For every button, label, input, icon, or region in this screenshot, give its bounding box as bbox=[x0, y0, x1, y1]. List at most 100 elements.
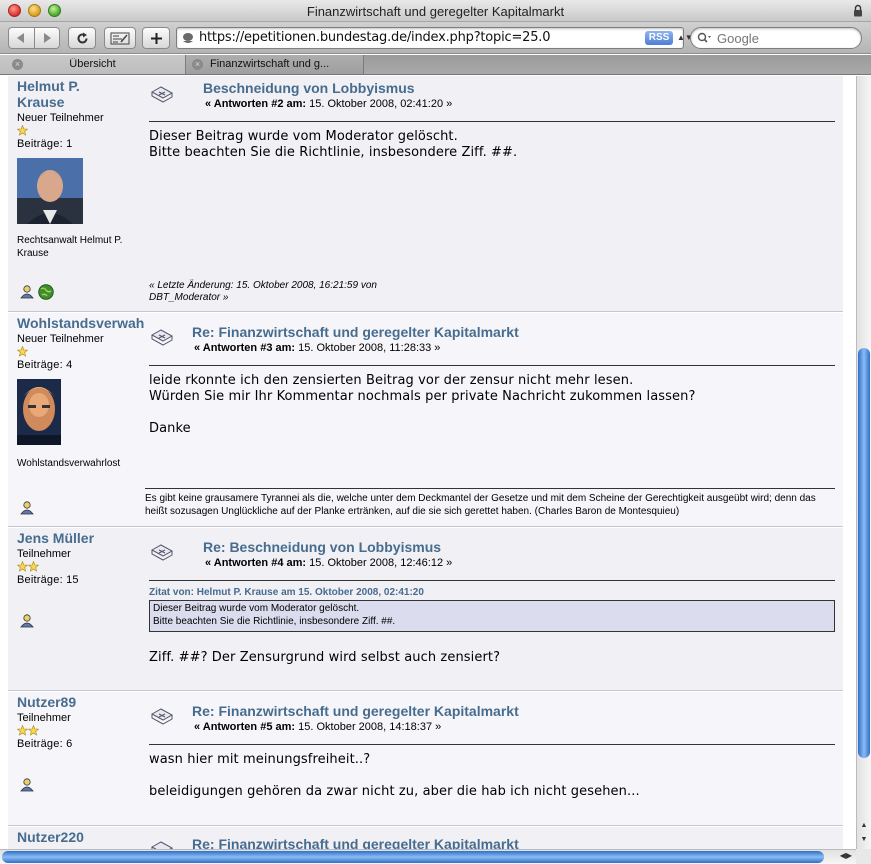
divider bbox=[149, 121, 835, 122]
page-content: Helmut P. Krause Neuer Teilnehmer Beiträ… bbox=[0, 76, 856, 849]
address-bar[interactable]: https://epetitionen.bundestag.de/index.p… bbox=[176, 27, 693, 49]
star-icon bbox=[17, 725, 28, 736]
post-body: Re: Finanzwirtschaft und geregelter Kapi… bbox=[145, 313, 835, 527]
tab-close-icon[interactable]: × bbox=[192, 59, 203, 70]
lock-icon[interactable] bbox=[853, 4, 863, 17]
post-title[interactable]: Re: Finanzwirtschaft und geregelter Kapi… bbox=[192, 324, 519, 340]
poster-info: Nutzer89 Teilnehmer Beiträge: 6 bbox=[17, 694, 145, 750]
message-line: beleidigungen gehören da zwar nicht zu, … bbox=[149, 784, 640, 799]
scroll-arrows[interactable]: ▲ ▼ bbox=[857, 819, 871, 849]
snapback-button[interactable] bbox=[104, 27, 136, 49]
post-date: 15. Oktober 2008, 02:41:20 » bbox=[309, 98, 453, 110]
poster-name[interactable]: Nutzer220 bbox=[17, 829, 145, 845]
rss-button[interactable]: RSS bbox=[645, 31, 673, 45]
star-icon bbox=[17, 346, 28, 357]
message-line: Bitte beachten Sie die Richtlinie, insbe… bbox=[149, 145, 518, 160]
reply-label: « Antworten #3 am: bbox=[194, 342, 296, 354]
avatar-image bbox=[17, 158, 83, 224]
horizontal-scrollbar[interactable]: ◀▶ bbox=[0, 849, 856, 864]
vertical-scrollbar[interactable]: ▲ ▼ bbox=[856, 76, 871, 849]
horizontal-scroll-thumb[interactable] bbox=[2, 851, 824, 863]
post-xx-icon bbox=[151, 708, 173, 725]
divider bbox=[149, 365, 835, 366]
poster-info: Wohlstandsverwahrlost Neuer Teilnehmer B… bbox=[17, 315, 145, 470]
post-message: wasn hier mit meinungsfreiheit..? beleid… bbox=[149, 752, 640, 800]
search-box[interactable] bbox=[690, 27, 862, 49]
avatar[interactable] bbox=[17, 379, 145, 445]
post-title[interactable]: Re: Finanzwirtschaft und geregelter Kapi… bbox=[192, 836, 519, 849]
post-title[interactable]: Re: Finanzwirtschaft und geregelter Kapi… bbox=[192, 703, 519, 719]
title-bar: Finanzwirtschaft und geregelter Kapitalm… bbox=[0, 0, 871, 22]
post-xx-icon bbox=[151, 841, 173, 849]
avatar[interactable] bbox=[17, 158, 145, 224]
message-line: Dieser Beitrag wurde vom Moderator gelös… bbox=[149, 129, 458, 144]
post-count: Beiträge: 4 bbox=[17, 359, 73, 371]
window-title: Finanzwirtschaft und geregelter Kapitalm… bbox=[306, 4, 565, 19]
message-line bbox=[149, 405, 695, 421]
forward-button[interactable] bbox=[35, 28, 60, 48]
site-favicon-icon bbox=[183, 33, 193, 43]
rank-stars bbox=[17, 561, 145, 573]
poster-name[interactable]: Wohlstandsverwahrlost bbox=[17, 315, 145, 331]
poster-icons bbox=[20, 614, 35, 628]
post-count: Beiträge: 1 bbox=[17, 138, 73, 150]
reload-icon bbox=[77, 32, 87, 43]
back-icon bbox=[17, 33, 25, 43]
back-button[interactable] bbox=[9, 28, 34, 48]
poster-icons bbox=[20, 778, 35, 792]
quote-line: Bitte beachten Sie die Richtlinie, insbe… bbox=[153, 616, 396, 627]
tab-current[interactable]: × Finanzwirtschaft und g... bbox=[186, 55, 364, 74]
post-title[interactable]: Re: Beschneidung von Lobbyismus bbox=[203, 539, 441, 555]
star-icon bbox=[17, 125, 28, 136]
personal-text: Wohlstandsverwahrlost bbox=[17, 458, 121, 469]
post-body: Beschneidung von Lobbyismus « Antworten … bbox=[149, 76, 835, 312]
message-line bbox=[149, 768, 640, 784]
search-icon[interactable] bbox=[697, 32, 711, 44]
divider bbox=[149, 744, 835, 745]
rank-stars bbox=[17, 346, 145, 358]
post-title[interactable]: Beschneidung von Lobbyismus bbox=[203, 80, 415, 96]
user-profile-icon[interactable] bbox=[20, 778, 35, 792]
message-line: Würden Sie mir Ihr Kommentar nochmals pe… bbox=[149, 389, 696, 404]
post-date: 15. Oktober 2008, 14:18:37 » bbox=[298, 721, 442, 733]
post-date: 15. Oktober 2008, 12:46:12 » bbox=[309, 557, 453, 569]
post-date: 15. Oktober 2008, 11:28:33 » bbox=[298, 342, 441, 354]
message-line: wasn hier mit meinungsfreiheit..? bbox=[149, 752, 371, 767]
tab-bar: × Übersicht × Finanzwirtschaft und g... bbox=[0, 55, 871, 75]
post-count: Beiträge: 15 bbox=[17, 574, 79, 586]
poster-info: Jens Müller Teilnehmer Beiträge: 15 bbox=[17, 530, 145, 586]
reply-label: « Antworten #5 am: bbox=[194, 721, 296, 733]
back-forward-group bbox=[8, 27, 60, 49]
message-line: Danke bbox=[149, 421, 191, 436]
add-bookmark-button[interactable] bbox=[142, 27, 170, 49]
www-globe-icon[interactable] bbox=[38, 284, 54, 300]
personal-text: Rechtsanwalt Helmut P. Krause bbox=[17, 235, 123, 259]
member-group: Teilnehmer bbox=[17, 548, 71, 560]
post-meta: « Antworten #4 am: 15. Oktober 2008, 12:… bbox=[205, 557, 452, 569]
poster-name[interactable]: Jens Müller bbox=[17, 530, 145, 546]
search-input[interactable] bbox=[717, 30, 857, 46]
poster-info: Helmut P. Krause Neuer Teilnehmer Beiträ… bbox=[17, 78, 145, 260]
user-profile-icon[interactable] bbox=[20, 614, 35, 628]
scroll-arrows[interactable]: ◀▶ bbox=[840, 851, 852, 860]
post-body: Re: Finanzwirtschaft und geregelter Kapi… bbox=[149, 692, 835, 826]
resize-corner[interactable] bbox=[856, 849, 871, 864]
poster-icons bbox=[20, 284, 54, 300]
forum-post: Wohlstandsverwahrlost Neuer Teilnehmer B… bbox=[8, 313, 843, 527]
tab-overview[interactable]: × Übersicht bbox=[0, 55, 186, 74]
user-profile-icon[interactable] bbox=[20, 285, 35, 299]
member-group: Teilnehmer bbox=[17, 712, 71, 724]
poster-name[interactable]: Helmut P. Krause bbox=[17, 78, 117, 110]
vertical-scroll-thumb[interactable] bbox=[858, 348, 870, 758]
url-text[interactable]: https://epetitionen.bundestag.de/index.p… bbox=[199, 30, 551, 45]
poster-name[interactable]: Nutzer89 bbox=[17, 694, 145, 710]
snapback-icon bbox=[110, 32, 130, 44]
quote-line: Dieser Beitrag wurde vom Moderator gelös… bbox=[153, 603, 360, 614]
reload-button[interactable] bbox=[68, 27, 96, 49]
quote-header[interactable]: Zitat von: Helmut P. Krause am 15. Oktob… bbox=[149, 587, 424, 598]
user-profile-icon[interactable] bbox=[20, 501, 35, 515]
browser-toolbar: https://epetitionen.bundestag.de/index.p… bbox=[0, 22, 871, 54]
poster-info: Nutzer220 bbox=[17, 829, 145, 845]
message-line: Ziff. ##? Der Zensurgrund wird selbst au… bbox=[149, 650, 501, 665]
post-xx-icon bbox=[151, 86, 173, 103]
